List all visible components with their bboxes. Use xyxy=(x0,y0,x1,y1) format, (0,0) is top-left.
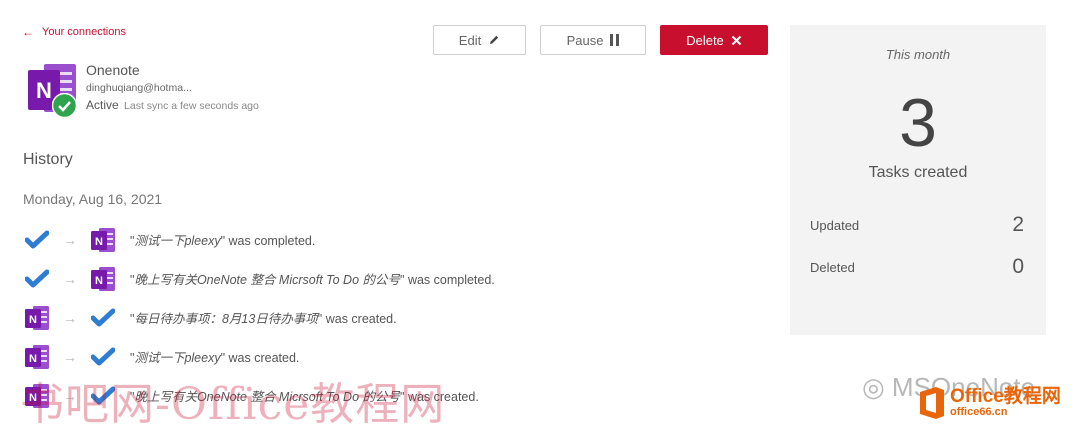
pause-icon xyxy=(610,34,620,46)
deleted-label: Deleted xyxy=(810,259,855,275)
history-item-text: "测试一下pleexy" was completed. xyxy=(130,234,316,248)
svg-text:N: N xyxy=(29,314,37,326)
todo-icon xyxy=(90,344,116,370)
last-sync-text: Last sync a few seconds ago xyxy=(124,100,259,112)
svg-text:N: N xyxy=(95,236,103,248)
arrow-right-icon: → xyxy=(63,348,77,365)
check-circle-icon xyxy=(52,93,77,118)
history-item-title: 晚上写有关OneNote 整合 Micrsoft To Do 的公号 xyxy=(134,273,401,287)
wechat-icon: ◎ xyxy=(862,372,885,402)
history-item-action: was created. xyxy=(228,351,300,365)
history-item: → N "晚上写有关OneNote 整合 Micrsoft To Do 的公号"… xyxy=(24,259,495,298)
todo-icon xyxy=(90,305,116,331)
history-item-text: "每日待办事项：8月13日待办事项" was created. xyxy=(130,312,397,326)
pause-button-label: Pause xyxy=(566,32,604,48)
delete-button[interactable]: Delete xyxy=(660,25,768,55)
stats-period: This month xyxy=(885,47,951,62)
connection-toolbar: Edit Pause Delete xyxy=(433,25,768,55)
svg-text:N: N xyxy=(29,353,37,365)
history-title: History xyxy=(23,151,73,168)
history-item: → N "测试一下pleexy" was completed. xyxy=(24,220,495,259)
tasks-created-label: Tasks created xyxy=(868,164,968,181)
office-logo-icon xyxy=(920,387,944,419)
pause-button[interactable]: Pause xyxy=(540,25,646,55)
history-item: N → "每日待办事项：8月13日待办事项" was created. xyxy=(24,298,495,337)
pencil-icon xyxy=(490,35,499,44)
onenote-icon: N xyxy=(90,266,116,292)
svg-text:N: N xyxy=(95,275,103,287)
connection-email: dinghuqiang@hotma... xyxy=(86,82,192,94)
history-item-action: was completed. xyxy=(407,273,495,287)
status-label: Active xyxy=(86,98,119,112)
history-item-action: was created. xyxy=(325,312,397,326)
history-item-title: 测试一下pleexy xyxy=(134,234,221,248)
arrow-right-icon: → xyxy=(63,309,77,326)
history-date: Monday, Aug 16, 2021 xyxy=(23,191,163,207)
onenote-logo: N xyxy=(26,62,80,118)
stats-updated-row: Updated 2 xyxy=(810,213,1024,237)
tasks-created-count: 3 xyxy=(899,85,937,161)
monthly-stats-panel: This month 3 Tasks created Updated 2 Del… xyxy=(790,25,1046,335)
office66-logo-line2: office66.cn xyxy=(950,406,1008,419)
deleted-count: 0 xyxy=(1012,255,1024,278)
onenote-icon: N xyxy=(24,344,50,370)
history-item-title: 每日待办事项：8月13日待办事项 xyxy=(134,312,318,326)
connection-name: Onenote xyxy=(86,62,140,78)
connection-summary: N Onenote dinghuqiang@hotma... Active La… xyxy=(26,62,259,118)
todo-icon xyxy=(24,266,50,292)
svg-text:N: N xyxy=(36,78,52,103)
arrow-left-icon: ← xyxy=(22,25,34,39)
office66-logo: Office教程网 office66.cn xyxy=(918,386,1061,420)
edit-button-label: Edit xyxy=(458,32,482,48)
history-item-title: 测试一下pleexy xyxy=(134,351,221,365)
updated-count: 2 xyxy=(1012,213,1024,236)
history-item-text: "测试一下pleexy" was created. xyxy=(130,351,300,365)
back-to-connections-link[interactable]: ← Your connections xyxy=(22,25,126,39)
updated-label: Updated xyxy=(810,217,860,233)
watermark-text: 书吧网-Office教程网 xyxy=(20,379,446,430)
arrow-right-icon: → xyxy=(63,231,77,248)
connection-status: Active Last sync a few seconds ago xyxy=(86,98,259,112)
history-item-action: was completed. xyxy=(228,234,316,248)
onenote-icon: N xyxy=(90,227,116,253)
todo-icon xyxy=(24,227,50,253)
back-link-label: Your connections xyxy=(42,26,126,38)
office66-logo-line1: Office教程网 xyxy=(950,386,1061,408)
history-item-text: "晚上写有关OneNote 整合 Micrsoft To Do 的公号" was… xyxy=(130,273,495,287)
arrow-right-icon: → xyxy=(63,270,77,287)
edit-button[interactable]: Edit xyxy=(433,25,526,55)
onenote-icon: N xyxy=(24,305,50,331)
delete-button-label: Delete xyxy=(686,32,724,48)
close-icon xyxy=(731,35,741,45)
stats-deleted-row: Deleted 0 xyxy=(810,255,1024,279)
